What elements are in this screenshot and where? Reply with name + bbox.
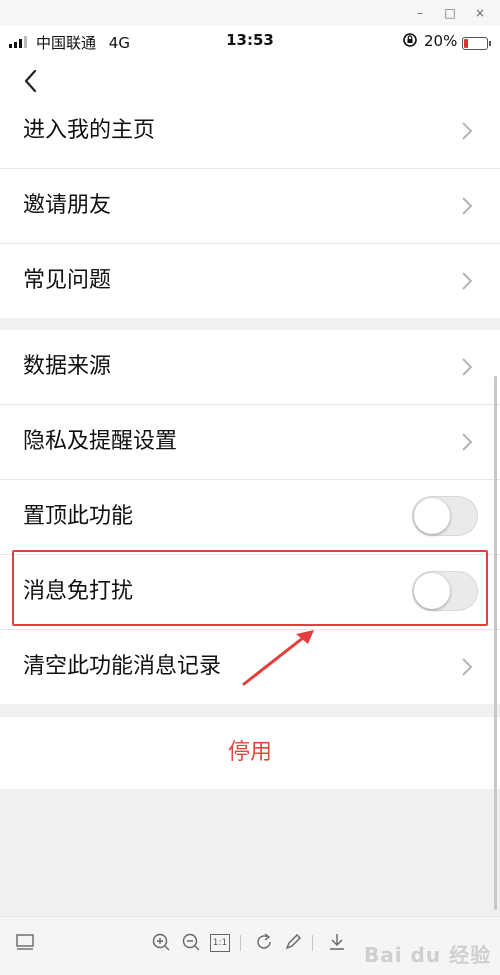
- minimize-button[interactable]: –: [410, 4, 430, 22]
- menu-item-label: 清空此功能消息记录: [23, 654, 222, 679]
- menu-item-faq[interactable]: 常见问题: [0, 244, 500, 318]
- chevron-right-icon: [462, 433, 473, 451]
- edit-icon[interactable]: [282, 931, 304, 953]
- menu-item-pin-feature: 置顶此功能: [0, 480, 500, 555]
- orientation-lock-icon: [402, 31, 418, 53]
- menu-item-label: 进入我的主页: [23, 118, 156, 143]
- chevron-right-icon: [462, 197, 473, 215]
- chevron-right-icon: [462, 658, 473, 676]
- pin-feature-toggle[interactable]: [412, 496, 478, 536]
- battery-icon: [462, 37, 491, 50]
- annotation-arrow-icon: [242, 630, 314, 686]
- actual-size-button[interactable]: 1:1: [210, 934, 230, 952]
- chevron-right-icon: [462, 122, 473, 140]
- disable-button[interactable]: 停用: [0, 717, 500, 789]
- highlight-box: [12, 550, 488, 626]
- watermark: Bai du 经验: [364, 943, 492, 967]
- chevron-right-icon: [462, 272, 473, 290]
- viewer-toolbar: 1:1 Bai du 经验: [0, 916, 500, 975]
- thumbnail-view-icon[interactable]: [14, 931, 36, 953]
- menu-item-label: 常见问题: [23, 268, 112, 293]
- menu-item-label: 隐私及提醒设置: [23, 429, 178, 454]
- menu-item-invite-friends[interactable]: 邀请朋友: [0, 169, 500, 244]
- scrollbar[interactable]: [494, 376, 497, 910]
- battery-percent: 20%: [424, 32, 458, 50]
- status-bar: 中国联通 4G 13:53 20%: [0, 26, 500, 56]
- menu-item-label: 置顶此功能: [23, 504, 134, 529]
- chevron-left-icon[interactable]: [18, 66, 44, 96]
- menu-item-my-homepage[interactable]: 进入我的主页: [0, 94, 500, 169]
- menu-item-label: 数据来源: [23, 354, 112, 379]
- menu-item-privacy-reminder-settings[interactable]: 隐私及提醒设置: [0, 405, 500, 480]
- menu-item-data-source[interactable]: 数据来源: [0, 330, 500, 405]
- chevron-right-icon: [462, 358, 473, 376]
- zoom-in-icon[interactable]: [150, 931, 172, 953]
- menu-item-label: 邀请朋友: [23, 193, 112, 218]
- window-titlebar: – □ ×: [0, 0, 500, 27]
- settings-group-1: 进入我的主页 邀请朋友 常见问题: [0, 94, 500, 318]
- zoom-out-icon[interactable]: [180, 931, 202, 953]
- download-icon[interactable]: [326, 931, 348, 953]
- close-button[interactable]: ×: [470, 4, 490, 22]
- disable-button-label: 停用: [227, 740, 272, 765]
- maximize-button[interactable]: □: [440, 4, 460, 22]
- rotate-icon[interactable]: [253, 931, 275, 953]
